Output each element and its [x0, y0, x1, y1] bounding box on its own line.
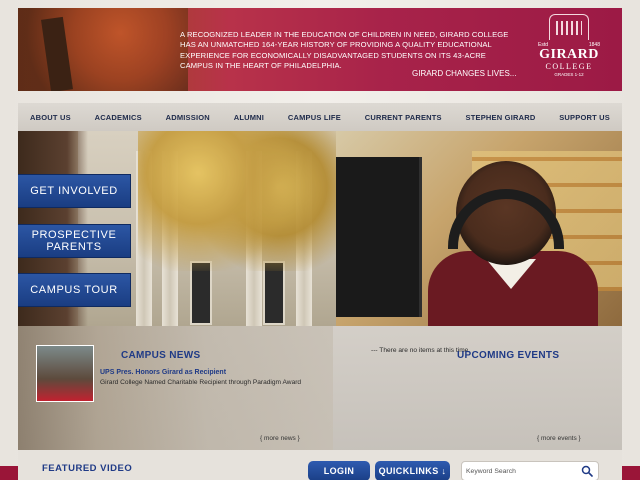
nav-about-us[interactable]: ABOUT US: [30, 113, 71, 122]
nav-alumni[interactable]: ALUMNI: [234, 113, 264, 122]
site-wrapper: A RECOGNIZED LEADER IN THE EDUCATION OF …: [18, 8, 622, 480]
search-icon[interactable]: [581, 465, 593, 477]
news-thumbnail[interactable]: [36, 345, 94, 402]
get-involved-button[interactable]: GET INVOLVED: [18, 174, 131, 208]
footer-bar: FEATURED VIDEO LOGIN QUICKLINKS ↓: [18, 450, 622, 480]
hero-foliage: [138, 131, 338, 271]
header-tagline: GIRARD CHANGES LIVES...: [412, 69, 517, 78]
nav-support-us[interactable]: SUPPORT US: [559, 113, 610, 122]
nav-current-parents[interactable]: CURRENT PARENTS: [365, 113, 442, 122]
girard-college-logo[interactable]: Estd 1848 GIRARD COLLEGE GRADES 1-12: [524, 14, 614, 88]
side-strip-right: [622, 466, 640, 480]
nav-admission[interactable]: ADMISSION: [166, 113, 210, 122]
logo-building-icon: [549, 14, 589, 40]
upcoming-events-heading: UPCOMING EVENTS: [457, 350, 560, 361]
quicklinks-button[interactable]: QUICKLINKS ↓: [375, 461, 450, 480]
news-events-section: CAMPUS NEWS UPS Pres. Honors Girard as R…: [18, 326, 622, 450]
events-empty-message: --- There are no items at this time.: [371, 347, 471, 354]
header-banner: A RECOGNIZED LEADER IN THE EDUCATION OF …: [18, 8, 622, 91]
search-box: [461, 461, 599, 480]
nav-stephen-girard[interactable]: STEPHEN GIRARD: [466, 113, 536, 122]
login-button[interactable]: LOGIN: [308, 461, 370, 480]
main-nav: ABOUT US ACADEMICS ADMISSION ALUMNI CAMP…: [18, 103, 622, 131]
campus-tour-button[interactable]: CAMPUS TOUR: [18, 273, 131, 307]
nav-campus-life[interactable]: CAMPUS LIFE: [288, 113, 341, 122]
hero-banner: GET INVOLVED PROSPECTIVE PARENTS CAMPUS …: [18, 131, 622, 326]
side-strip-left: [0, 466, 18, 480]
search-input[interactable]: [466, 465, 576, 478]
news-headline-link[interactable]: UPS Pres. Honors Girard as Recipient: [100, 369, 226, 376]
logo-name: GIRARD: [539, 47, 599, 62]
featured-video-heading: FEATURED VIDEO: [42, 463, 133, 474]
campus-news-heading: CAMPUS NEWS: [121, 350, 201, 361]
header-intro-text: A RECOGNIZED LEADER IN THE EDUCATION OF …: [180, 30, 509, 70]
news-subline: Girard College Named Charitable Recipien…: [100, 379, 302, 386]
logo-college: COLLEGE: [545, 62, 593, 71]
logo-grades: GRADES 1-12: [554, 72, 584, 77]
hero-student-photo: [336, 131, 622, 326]
nav-academics[interactable]: ACADEMICS: [95, 113, 142, 122]
prospective-parents-button[interactable]: PROSPECTIVE PARENTS: [18, 224, 131, 258]
more-events-link[interactable]: { more events }: [537, 435, 581, 442]
photo-monitor: [336, 157, 422, 317]
more-news-link[interactable]: { more news }: [260, 435, 300, 442]
